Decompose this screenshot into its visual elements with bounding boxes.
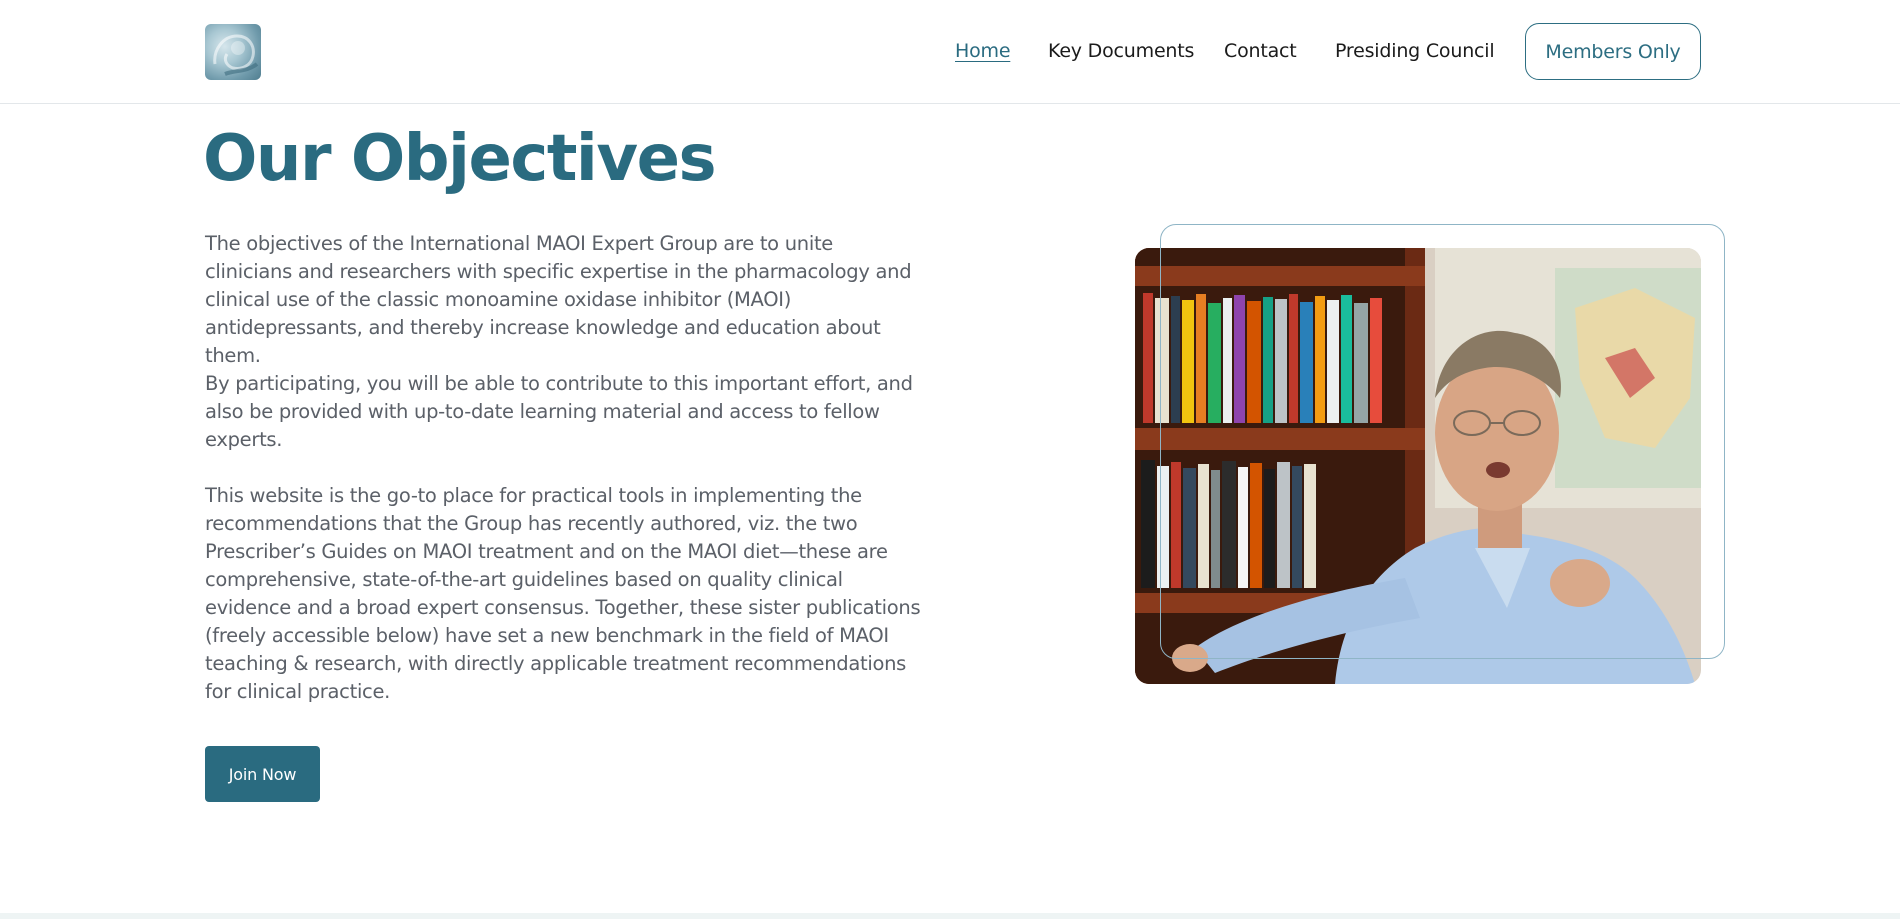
nav-key-documents[interactable]: Key Documents — [1048, 40, 1194, 62]
nav-contact[interactable]: Contact — [1224, 40, 1297, 62]
site-header: Home Key Documents Contact Presiding Cou… — [0, 0, 1900, 104]
nav-home[interactable]: Home — [955, 40, 1011, 62]
expert-photo-illustration — [1135, 248, 1701, 684]
site-logo[interactable] — [205, 24, 261, 80]
objectives-paragraph-3: This website is the go-to place for prac… — [205, 484, 921, 703]
logo-fetus-icon — [213, 34, 259, 76]
objectives-paragraph-1: The objectives of the International MAOI… — [205, 232, 912, 367]
members-only-button[interactable]: Members Only — [1525, 23, 1701, 80]
footer-edge — [0, 913, 1900, 919]
page-title: Our Objectives — [203, 122, 717, 196]
expert-photo — [1135, 248, 1701, 684]
join-now-button[interactable]: Join Now — [205, 746, 320, 802]
objectives-paragraph-2: By participating, you will be able to co… — [205, 372, 913, 451]
nav-presiding-council[interactable]: Presiding Council — [1335, 40, 1495, 62]
